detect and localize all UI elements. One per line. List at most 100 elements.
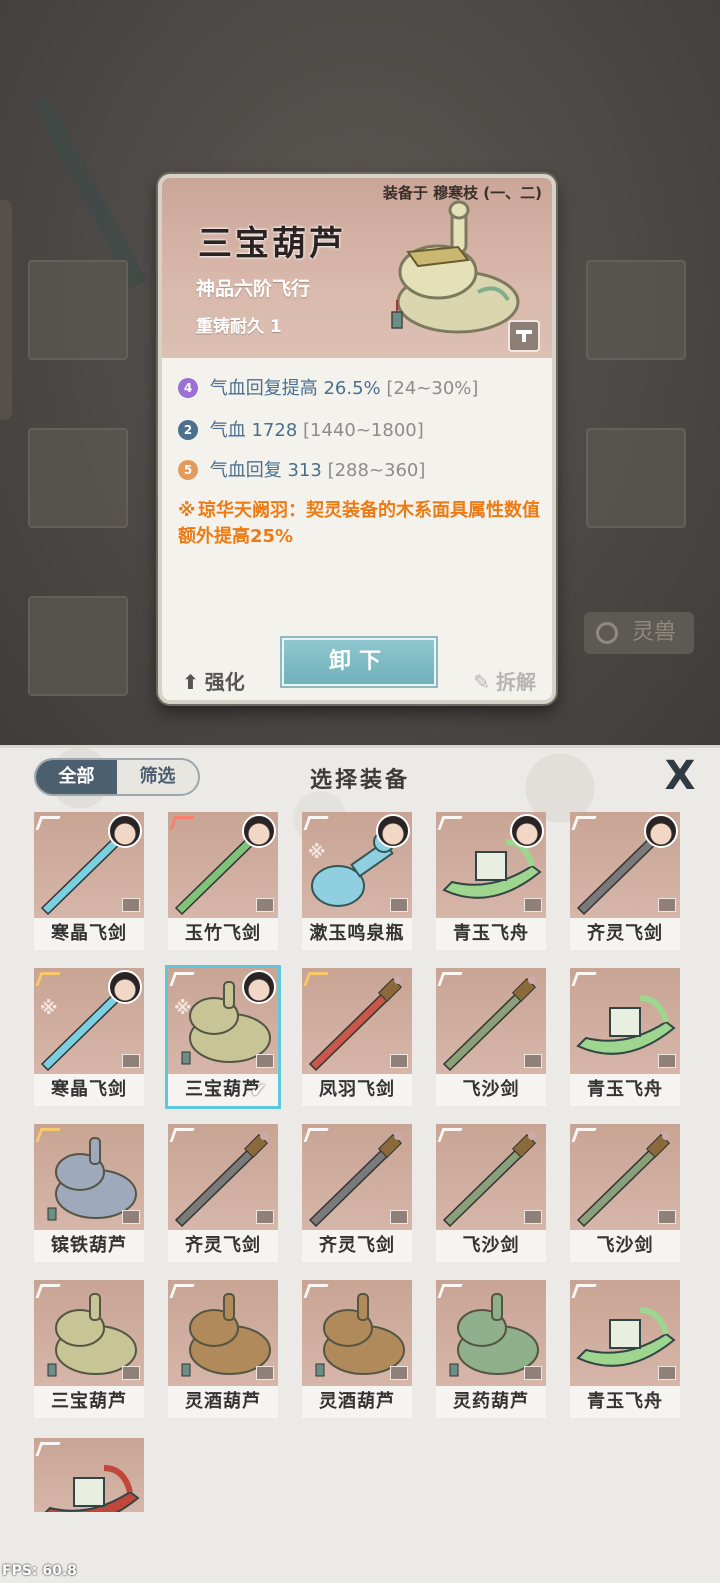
- owner-avatar: [510, 814, 544, 848]
- equipment-card[interactable]: 齐灵飞剑: [302, 1124, 412, 1262]
- equipment-art: [34, 1438, 144, 1512]
- bond-mark-icon: ※: [174, 998, 192, 1019]
- lock-icon: [256, 898, 274, 912]
- fps-counter: FPS: 60.8: [2, 1563, 77, 1579]
- equipment-art: [570, 968, 680, 1074]
- equipment-card[interactable]: 灵酒葫芦: [168, 1280, 278, 1418]
- owner-avatar: [242, 970, 276, 1004]
- item-detail-header: 装备于 穆寒枝 (一、二) 三宝葫芦 神品六阶飞行 重铸耐久 1: [162, 178, 552, 358]
- unequip-button[interactable]: 卸下: [280, 636, 438, 688]
- equipment-card[interactable]: 青玉飞舟: [570, 1280, 680, 1418]
- equipment-art: ※: [168, 968, 278, 1074]
- equipment-slot[interactable]: [586, 428, 686, 528]
- equipment-art: [168, 1124, 278, 1230]
- equipment-art: [34, 812, 144, 918]
- equipment-card[interactable]: 齐灵飞剑: [168, 1124, 278, 1262]
- stat-label: 气血回复提高: [209, 378, 318, 399]
- stat-level-badge: 2: [178, 420, 198, 440]
- lock-icon: [658, 1366, 676, 1380]
- equipment-card[interactable]: 玉竹飞剑: [168, 812, 278, 950]
- dismantle-button[interactable]: ✎ 拆解: [473, 666, 536, 695]
- owner-avatar: [242, 814, 276, 848]
- equipment-card[interactable]: 青玉飞舟: [436, 812, 546, 950]
- equipment-card[interactable]: 寒晶飞剑: [34, 812, 144, 950]
- stat-range: [24~30%]: [386, 378, 479, 399]
- equipment-name: 灵酒葫芦: [168, 1386, 278, 1418]
- equipment-art: [302, 968, 412, 1074]
- equipment-name: 齐灵飞剑: [168, 1230, 278, 1262]
- side-tab[interactable]: [0, 200, 12, 420]
- equipment-grid: 寒晶飞剑 玉竹飞剑 ※ 漱玉鸣泉瓶 青玉飞舟 齐灵飞剑 ※ 寒晶飞剑 ※ 三宝葫芦 ✔ 凤羽飞剑 飞沙剑…: [0, 748, 720, 1583]
- equipment-card[interactable]: 飞沙剑: [436, 968, 546, 1106]
- bond-mark-icon: ※: [40, 998, 58, 1019]
- equipment-art: [168, 812, 278, 918]
- equipment-card[interactable]: 镔铁葫芦: [34, 1124, 144, 1262]
- lock-icon: [390, 1054, 408, 1068]
- lock-icon: [524, 1366, 542, 1380]
- equipment-art: [34, 1280, 144, 1386]
- equipment-card[interactable]: 齐灵飞剑: [570, 812, 680, 950]
- lock-icon: [122, 898, 140, 912]
- special-effect-icon: ※: [178, 500, 196, 521]
- equipment-name: 镔铁葫芦: [34, 1230, 144, 1262]
- equipment-card[interactable]: 凤羽飞剑: [302, 968, 412, 1106]
- equipment-name: 灵药葫芦: [436, 1386, 546, 1418]
- equipment-card[interactable]: ※ 三宝葫芦 ✔: [165, 965, 281, 1109]
- equipment-name: 漱玉鸣泉瓶: [302, 918, 412, 950]
- item-grade: 神品六阶飞行: [196, 278, 311, 300]
- lock-icon: [390, 898, 408, 912]
- equipment-name: 青玉飞舟: [570, 1386, 680, 1418]
- dismantle-icon: ✎: [473, 670, 490, 694]
- owner-avatar: [376, 814, 410, 848]
- equipment-card[interactable]: 灵酒葫芦: [302, 1280, 412, 1418]
- strengthen-label: 强化: [204, 670, 245, 694]
- special-effect-text: 琼华天阙羽：契灵装备的木系面具属性数值额外提高25%: [178, 500, 540, 547]
- equipment-name: 寒晶飞剑: [34, 918, 144, 950]
- equipment-slot[interactable]: [28, 260, 128, 360]
- lock-icon: [658, 1210, 676, 1224]
- equipment-art: [570, 1124, 680, 1230]
- equipment-name: 凤羽飞剑: [302, 1074, 412, 1106]
- equipment-card[interactable]: 灵药葫芦: [436, 1280, 546, 1418]
- paw-icon: [596, 622, 618, 644]
- equipment-card[interactable]: ※ 寒晶飞剑: [34, 968, 144, 1106]
- lock-icon: [122, 1366, 140, 1380]
- stat-range: [288~360]: [327, 460, 426, 481]
- strengthen-button[interactable]: ⬆ 强化: [182, 666, 245, 695]
- equipment-slot[interactable]: [28, 596, 128, 696]
- spirit-beast-tab[interactable]: 灵兽: [584, 612, 694, 654]
- dismantle-label: 拆解: [496, 670, 536, 694]
- equipment-card[interactable]: [34, 1438, 144, 1512]
- equipment-slot[interactable]: [28, 428, 128, 528]
- stat-label: 气血回复: [209, 460, 282, 481]
- lock-icon: [390, 1366, 408, 1380]
- equipment-name: 飞沙剑: [436, 1230, 546, 1262]
- selected-check-icon: ✔: [250, 1078, 267, 1102]
- equipment-art: [302, 1124, 412, 1230]
- equipment-name: 三宝葫芦: [34, 1386, 144, 1418]
- stat-label: 气血: [209, 420, 246, 441]
- owner-avatar: [108, 814, 142, 848]
- equipment-name: 玉竹飞剑: [168, 918, 278, 950]
- lock-icon: [524, 1054, 542, 1068]
- equipment-card[interactable]: 青玉飞舟: [570, 968, 680, 1106]
- spirit-beast-label: 灵兽: [631, 620, 676, 645]
- equipment-card[interactable]: ※ 漱玉鸣泉瓶: [302, 812, 412, 950]
- special-effect: ※ 琼华天阙羽：契灵装备的木系面具属性数值额外提高25%: [178, 498, 552, 550]
- item-name: 三宝葫芦: [198, 224, 346, 264]
- lock-icon: [122, 1054, 140, 1068]
- equipment-art: [570, 812, 680, 918]
- arrow-up-icon: ⬆: [182, 670, 199, 694]
- equipment-slot[interactable]: [586, 260, 686, 360]
- equipment-card[interactable]: 三宝葫芦: [34, 1280, 144, 1418]
- equipment-art: [168, 1280, 278, 1386]
- equipment-card[interactable]: 飞沙剑: [570, 1124, 680, 1262]
- lock-icon: [256, 1210, 274, 1224]
- lock-icon: [524, 898, 542, 912]
- lock-button[interactable]: [508, 320, 540, 352]
- equipment-card[interactable]: 飞沙剑: [436, 1124, 546, 1262]
- bond-mark-icon: ※: [308, 842, 326, 863]
- lock-icon: [256, 1366, 274, 1380]
- equipment-art: [302, 1280, 412, 1386]
- stat-value: 1728: [251, 420, 298, 441]
